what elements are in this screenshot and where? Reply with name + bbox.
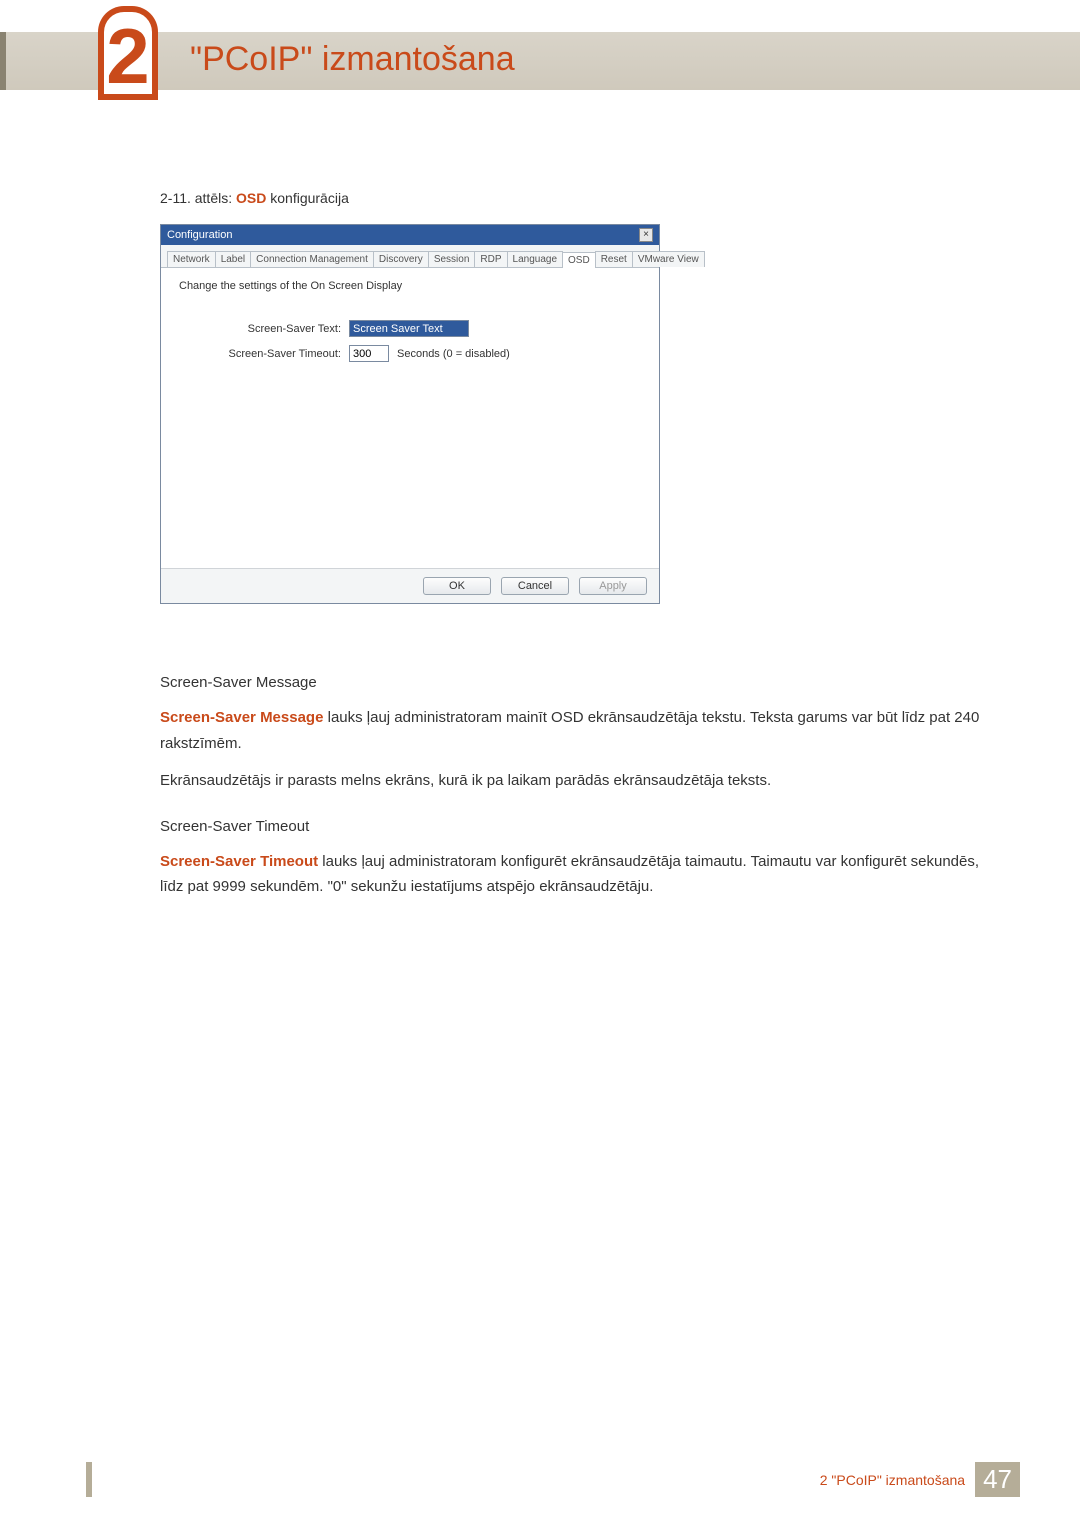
cancel-button[interactable]: Cancel xyxy=(501,577,569,595)
page-footer: 2 "PCoIP" izmantošana 47 xyxy=(0,1462,1080,1497)
dialog-intro: Change the settings of the On Screen Dis… xyxy=(179,280,641,292)
footer-side-strip xyxy=(86,1462,92,1497)
chapter-badge: 2 xyxy=(98,6,158,100)
tab-osd[interactable]: OSD xyxy=(562,252,596,268)
para-3: Screen-Saver Timeout lauks ļauj administ… xyxy=(160,849,1000,900)
dialog-body: Change the settings of the On Screen Dis… xyxy=(161,268,659,568)
figure-suffix: konfigurācija xyxy=(266,190,349,206)
dialog-tabs: Network Label Connection Management Disc… xyxy=(161,245,659,268)
heading-screen-saver-message: Screen-Saver Message xyxy=(160,674,1000,691)
row-screen-saver-text: Screen-Saver Text: xyxy=(179,320,641,337)
configuration-dialog: Configuration × Network Label Connection… xyxy=(160,224,660,604)
para-3-lead: Screen-Saver Timeout xyxy=(160,853,318,870)
dialog-titlebar: Configuration × xyxy=(161,225,659,245)
close-icon[interactable]: × xyxy=(639,228,653,242)
chapter-title: "PCoIP" izmantošana xyxy=(190,40,515,79)
input-screen-saver-text[interactable] xyxy=(349,320,469,337)
para-1: Screen-Saver Message lauks ļauj administ… xyxy=(160,705,1000,756)
heading-screen-saver-timeout: Screen-Saver Timeout xyxy=(160,818,1000,835)
chapter-number: 2 xyxy=(106,17,149,95)
header-bar xyxy=(0,32,1080,90)
tab-vmware-view[interactable]: VMware View xyxy=(632,251,705,267)
input-screen-saver-timeout[interactable] xyxy=(349,345,389,362)
tab-discovery[interactable]: Discovery xyxy=(373,251,429,267)
tab-reset[interactable]: Reset xyxy=(595,251,633,267)
dialog-footer: OK Cancel Apply xyxy=(161,568,659,603)
figure-prefix: 2-11. attēls: xyxy=(160,190,236,206)
para-2: Ekrānsaudzētājs ir parasts melns ekrāns,… xyxy=(160,768,1000,794)
header-accent xyxy=(0,32,6,90)
figure-highlight: OSD xyxy=(236,190,266,206)
footer-chapter-text: 2 "PCoIP" izmantošana xyxy=(820,1472,965,1488)
tab-connection-management[interactable]: Connection Management xyxy=(250,251,374,267)
timeout-suffix: Seconds (0 = disabled) xyxy=(397,348,510,360)
para-1-lead: Screen-Saver Message xyxy=(160,709,323,726)
dialog-title: Configuration xyxy=(167,229,232,241)
ok-button[interactable]: OK xyxy=(423,577,491,595)
label-screen-saver-text: Screen-Saver Text: xyxy=(179,323,349,335)
tab-session[interactable]: Session xyxy=(428,251,476,267)
tab-network[interactable]: Network xyxy=(167,251,216,267)
row-screen-saver-timeout: Screen-Saver Timeout: Seconds (0 = disab… xyxy=(179,345,641,362)
page-number: 47 xyxy=(975,1462,1020,1497)
figure-caption: 2-11. attēls: OSD konfigurācija xyxy=(160,190,1000,206)
label-screen-saver-timeout: Screen-Saver Timeout: xyxy=(179,348,349,360)
tab-rdp[interactable]: RDP xyxy=(474,251,507,267)
apply-button[interactable]: Apply xyxy=(579,577,647,595)
page-content: 2-11. attēls: OSD konfigurācija Configur… xyxy=(160,190,1000,912)
tab-language[interactable]: Language xyxy=(507,251,564,267)
tab-label[interactable]: Label xyxy=(215,251,251,267)
